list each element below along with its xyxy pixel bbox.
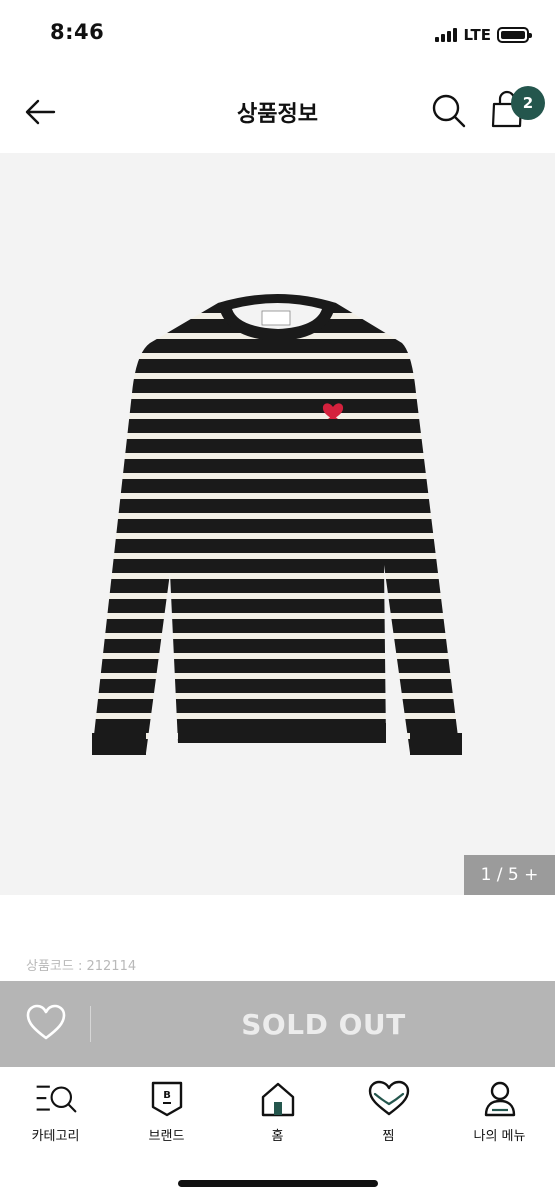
- product-code: 상품코드 : 212114: [26, 959, 137, 974]
- nav-label-home: 홈: [271, 1129, 284, 1144]
- sold-out-button[interactable]: SOLD OUT: [92, 981, 555, 1067]
- nav-label-category: 카테고리: [31, 1129, 80, 1144]
- home-icon: [261, 1082, 294, 1117]
- wishlist-button[interactable]: [24, 1003, 68, 1043]
- nav-label-brand: 브랜드: [148, 1129, 185, 1144]
- status-indicators: LTE: [435, 26, 532, 44]
- search-button[interactable]: [427, 88, 471, 132]
- image-counter[interactable]: 1 / 5 +: [464, 855, 555, 895]
- page-title: 상품정보: [237, 102, 318, 127]
- action-divider: [90, 1006, 91, 1042]
- network-type: LTE: [463, 26, 491, 44]
- brand-icon: B: [151, 1081, 182, 1117]
- svg-text:B: B: [163, 1090, 171, 1101]
- cart-count-badge: 2: [511, 86, 545, 120]
- nav-item-my-menu[interactable]: 나의 메뉴: [444, 1067, 555, 1167]
- category-search-icon: [36, 1085, 76, 1113]
- home-indicator: [178, 1180, 378, 1187]
- nav-item-brand[interactable]: B 브랜드: [111, 1067, 222, 1167]
- action-bar: SOLD OUT: [0, 981, 555, 1067]
- heart-outline-icon: [26, 1004, 66, 1040]
- product-image[interactable]: 1 / 5 +: [0, 153, 555, 895]
- nav-label-my-menu: 나의 메뉴: [473, 1129, 526, 1144]
- heart-icon: [368, 1080, 409, 1116]
- nav-label-wishlist: 찜: [382, 1129, 395, 1144]
- battery-icon: [497, 27, 532, 43]
- person-icon: [484, 1081, 515, 1117]
- bottom-nav: 카테고리 B 브랜드 홈 찜 나의 메뉴: [0, 1067, 555, 1167]
- search-icon: [432, 94, 466, 128]
- nav-item-category[interactable]: 카테고리: [0, 1067, 111, 1167]
- signal-icon: [435, 28, 458, 42]
- nav-item-wishlist[interactable]: 찜: [333, 1067, 444, 1167]
- striped-sweater-image: [92, 294, 462, 755]
- nav-item-home[interactable]: 홈: [222, 1067, 333, 1167]
- status-bar: 8:46 LTE: [0, 0, 555, 70]
- status-time: 8:46: [50, 20, 105, 44]
- header: 상품정보: [0, 72, 555, 152]
